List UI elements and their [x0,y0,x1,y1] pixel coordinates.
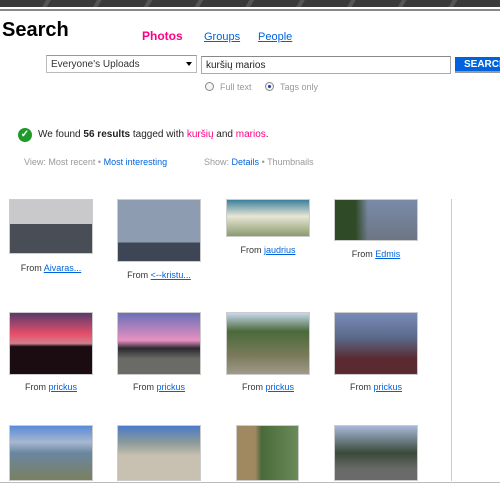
tag-link[interactable]: marios [236,129,266,140]
user-link[interactable]: Edmis [375,249,400,259]
photo-caption: From prickus [349,382,403,392]
page-title: Search [2,19,69,41]
show-thumbnails: Thumbnails [267,157,314,167]
photo-thumbnail[interactable] [226,312,310,375]
view-most-recent: Most recent [48,157,96,167]
chevron-down-icon [186,62,192,66]
photo-thumbnail[interactable] [9,425,93,481]
photo-thumbnail[interactable] [117,312,201,375]
user-link[interactable]: prickus [266,382,295,392]
divider [0,482,500,483]
divider [0,9,500,11]
photo-thumbnail[interactable] [334,425,418,481]
view-most-interesting-link[interactable]: Most interesting [104,157,168,167]
tags-only-label: Tags only [280,82,319,92]
search-button[interactable]: SEARCH [455,57,500,73]
user-link[interactable]: prickus [157,382,186,392]
user-link[interactable]: prickus [374,382,403,392]
scope-select[interactable]: Everyone's Uploads [46,55,197,73]
photo-thumbnail[interactable] [117,425,201,481]
photo-thumbnail[interactable] [236,425,299,481]
photo-thumbnail[interactable] [117,199,201,262]
photo-caption: From <--kristu... [127,270,191,280]
user-link[interactable]: <--kristu... [151,270,191,280]
tab-photos[interactable]: Photos [142,29,183,43]
show-details-link[interactable]: Details [232,157,260,167]
show-options: Show: Details • Thumbnails [204,157,314,167]
view-options: View: Most recent • Most interesting [24,157,168,167]
photo-thumbnail[interactable] [9,312,93,375]
photo-caption: From Edmis [351,249,401,259]
results-summary: We found 56 results tagged with kuršių a… [38,129,269,140]
full-text-label: Full text [220,82,252,92]
user-link[interactable]: Aivaras... [44,263,82,273]
scope-value: Everyone's Uploads [51,59,140,70]
tag-link[interactable]: kuršių [187,129,214,140]
user-link[interactable]: prickus [49,382,78,392]
divider [451,199,452,481]
tags-only-radio[interactable] [265,82,274,91]
photo-caption: From Aivaras... [20,263,82,273]
photo-thumbnail[interactable] [334,199,418,241]
tab-groups[interactable]: Groups [204,31,240,43]
user-link[interactable]: jaudrius [264,245,296,255]
photo-caption: From jaudrius [240,245,296,255]
photo-caption: From prickus [132,382,186,392]
photo-thumbnail[interactable] [334,312,418,375]
tab-people[interactable]: People [258,31,292,43]
full-text-radio[interactable] [205,82,214,91]
photo-thumbnail[interactable] [9,199,93,254]
top-nav-bar [0,0,500,7]
photo-thumbnail[interactable] [226,199,310,237]
photo-caption: From prickus [241,382,295,392]
search-input[interactable] [201,56,451,74]
photo-caption: From prickus [24,382,78,392]
checkmark-icon: ✓ [18,128,32,142]
